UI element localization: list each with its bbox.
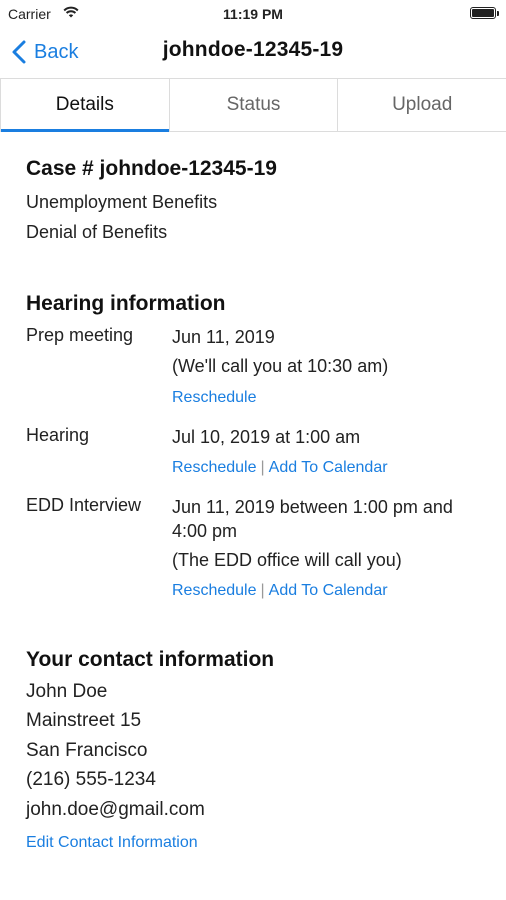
hearing-heading: Hearing information xyxy=(26,292,226,315)
case-type: Unemployment Benefits xyxy=(26,192,218,212)
case-issue: Denial of Benefits xyxy=(26,222,168,242)
page-title: johndoe-12345-19 xyxy=(162,38,344,61)
contact-heading: Your contact information xyxy=(26,648,275,671)
tab-status[interactable]: Status xyxy=(170,79,339,131)
edd-add-calendar-link[interactable]: Add To Calendar xyxy=(269,582,388,599)
contact-street: Mainstreet 15 xyxy=(26,710,142,731)
tab-upload[interactable]: Upload xyxy=(338,79,506,131)
edd-interview-label: EDD Interview xyxy=(26,495,142,515)
edit-contact-action: Edit Contact Information xyxy=(26,831,198,853)
status-time: 11:19 PM xyxy=(223,6,283,22)
contact-city: San Francisco xyxy=(26,740,148,761)
navigation-bar: Back johndoe-12345-19 xyxy=(0,26,506,78)
contact-phone: (216) 555-1234 xyxy=(26,769,156,790)
contact-email: john.doe@gmail.com xyxy=(26,799,205,820)
edit-contact-link[interactable]: Edit Contact Information xyxy=(26,834,198,851)
contact-name: John Doe xyxy=(26,681,108,702)
edd-interview-note: (The EDD office will call you) xyxy=(172,550,402,570)
hearing-label: Hearing xyxy=(26,425,90,445)
case-heading: Case # johndoe-12345-19 xyxy=(26,157,277,180)
status-bar: Carrier 11:19 PM xyxy=(0,0,506,26)
edd-interview-actions: Reschedule | Add To Calendar xyxy=(172,577,484,603)
link-separator: | xyxy=(260,459,265,476)
hearing-date: Jul 10, 2019 at 1:00 am xyxy=(172,427,361,447)
prep-meeting-label: Prep meeting xyxy=(26,325,134,345)
edd-reschedule-link[interactable]: Reschedule xyxy=(172,582,257,599)
prep-reschedule-link[interactable]: Reschedule xyxy=(172,389,257,406)
hearing-reschedule-link[interactable]: Reschedule xyxy=(172,459,257,476)
link-separator: | xyxy=(260,582,265,599)
edd-interview-date: Jun 11, 2019 between 1:00 pm and 4:00 pm xyxy=(172,497,453,541)
tab-bar: Details Status Upload xyxy=(0,78,506,132)
hearing-actions: Reschedule | Add To Calendar xyxy=(172,454,484,480)
prep-meeting-date: Jun 11, 2019 xyxy=(172,327,275,347)
tab-details[interactable]: Details xyxy=(0,79,170,132)
battery-icon xyxy=(470,7,499,19)
prep-meeting-actions: Reschedule xyxy=(172,384,484,410)
hearing-add-calendar-link[interactable]: Add To Calendar xyxy=(269,459,388,476)
prep-meeting-note: (We'll call you at 10:30 am) xyxy=(172,356,389,376)
